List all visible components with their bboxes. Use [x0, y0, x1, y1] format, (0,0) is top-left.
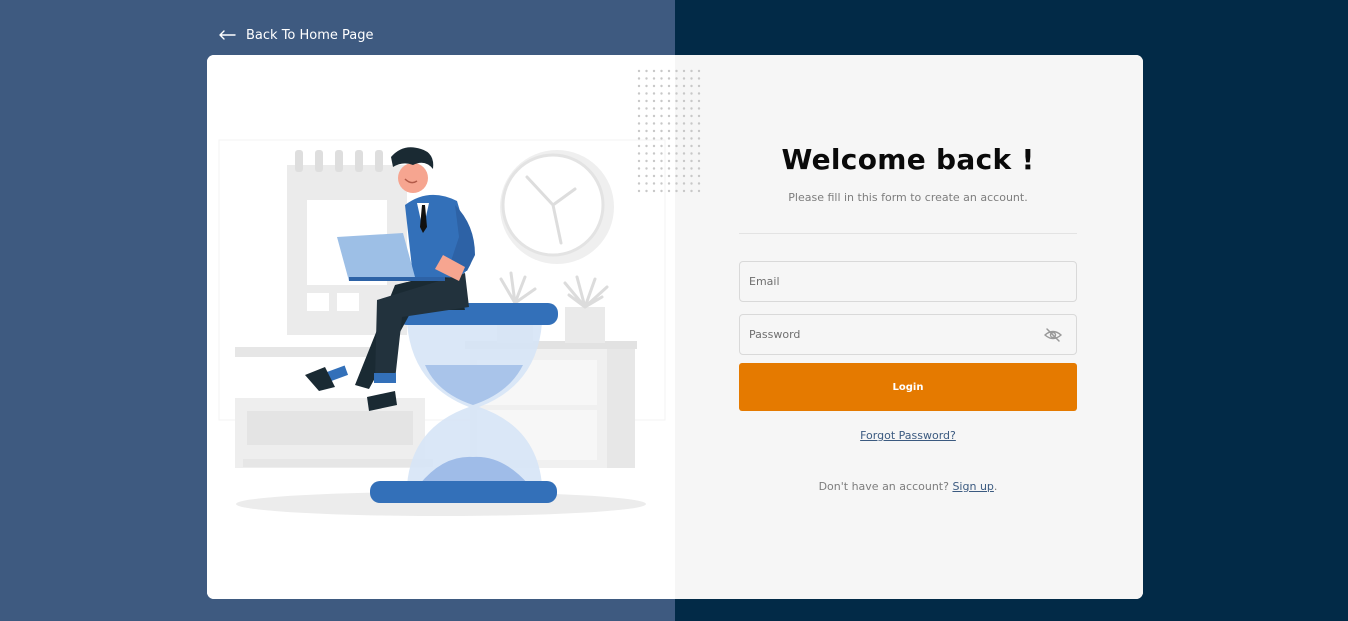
- dot-pattern-decoration: [637, 69, 703, 193]
- password-field[interactable]: [739, 314, 1077, 355]
- email-input[interactable]: [749, 275, 1067, 288]
- email-field[interactable]: [739, 261, 1077, 302]
- form-subtitle: Please fill in this form to create an ac…: [788, 191, 1028, 204]
- back-to-home-link[interactable]: Back To Home Page: [218, 25, 374, 45]
- password-input[interactable]: [749, 328, 1067, 341]
- illustration-panel: [207, 55, 675, 599]
- arrow-left-icon: [219, 30, 236, 40]
- sign-up-link[interactable]: Sign up: [952, 480, 993, 493]
- signup-prompt: Don't have an account? Sign up.: [739, 480, 1077, 493]
- login-button[interactable]: Login: [739, 363, 1077, 411]
- divider: [739, 233, 1077, 234]
- form-panel: Welcome back ! Please fill in this form …: [675, 55, 1143, 599]
- hourglass-illustration: [218, 139, 666, 516]
- eye-slash-icon[interactable]: [1044, 327, 1062, 343]
- signup-prompt-text: Don't have an account?: [818, 480, 949, 493]
- forgot-password-link[interactable]: Forgot Password?: [739, 429, 1077, 442]
- back-link-label: Back To Home Page: [246, 27, 374, 43]
- signup-suffix: .: [993, 480, 998, 493]
- page-title: Welcome back !: [781, 143, 1035, 176]
